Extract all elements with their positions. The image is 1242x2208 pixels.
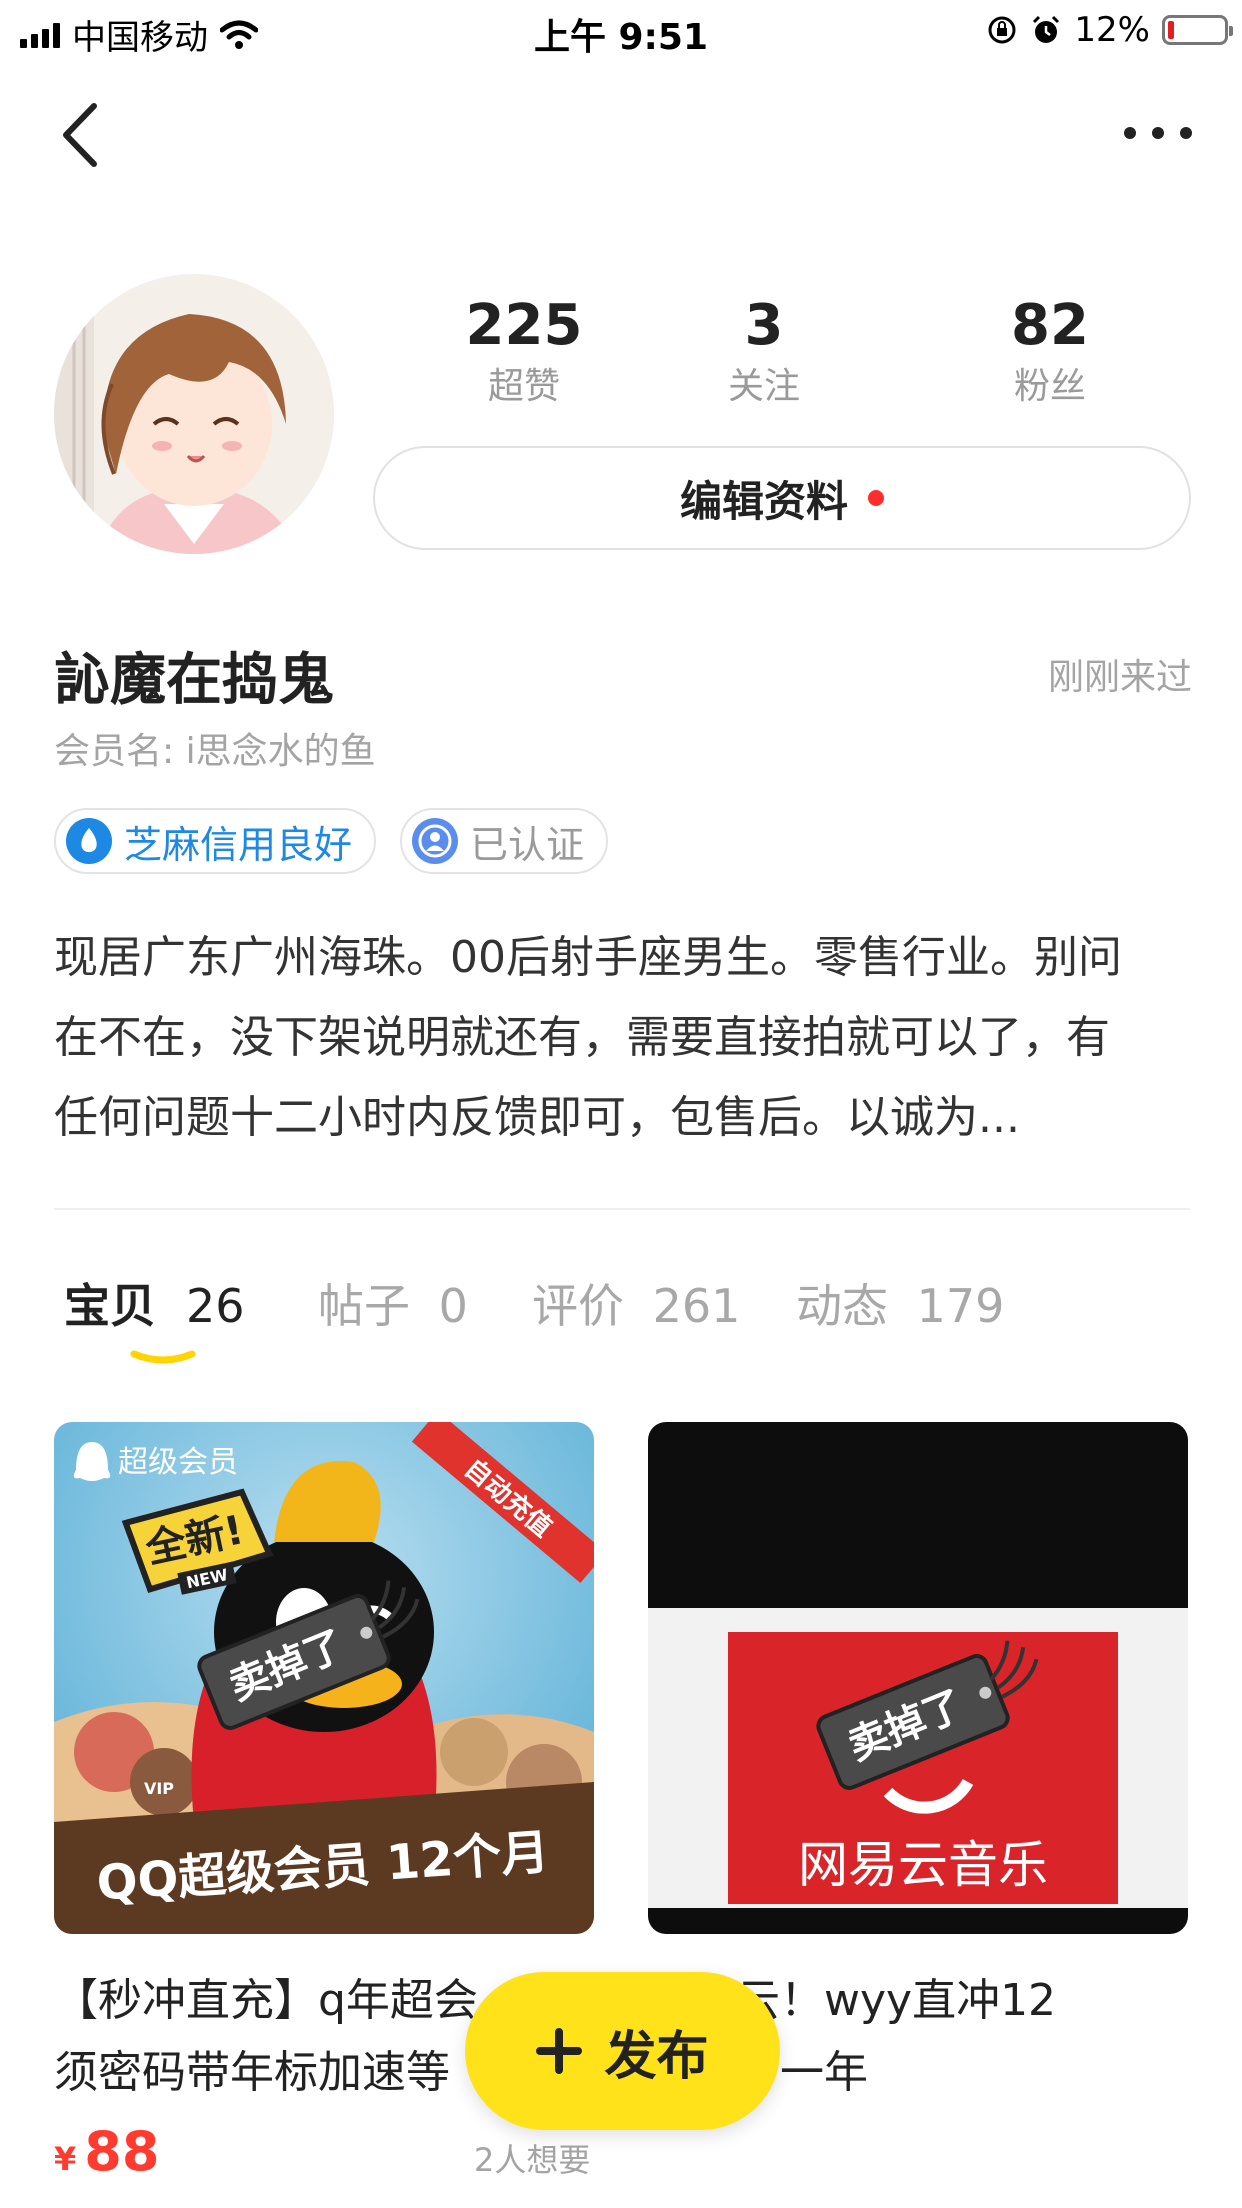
- badge-sesame-credit[interactable]: 芝麻信用良好: [54, 808, 377, 874]
- tab-label: 评价: [532, 1279, 624, 1333]
- tab-posts[interactable]: 帖子 0: [318, 1270, 468, 1336]
- back-arrow-icon[interactable]: [52, 100, 112, 170]
- orientation-lock-icon: [988, 16, 1016, 44]
- tab-activity[interactable]: 动态 179: [796, 1270, 1004, 1336]
- price-value: 88: [84, 2120, 160, 2183]
- battery-percent: 12%: [1074, 10, 1150, 50]
- verified-user-icon: [412, 818, 458, 864]
- stat-value: 82: [1011, 293, 1089, 358]
- active-tab-indicator: [130, 1350, 196, 1364]
- publish-button[interactable]: 发布: [465, 1972, 780, 2130]
- stat-value: 225: [465, 293, 583, 358]
- status-right: 12%: [986, 10, 1233, 50]
- item-image-netease[interactable]: 网易云音乐 卖掉了: [648, 1422, 1188, 1934]
- tab-label: 动态: [796, 1279, 888, 1333]
- bio-line: 任何问题十二小时内反馈即可，包售后。以诚为...: [54, 1092, 1020, 1143]
- alarm-icon: [1033, 15, 1060, 43]
- nickname: 訫魔在捣鬼: [54, 648, 334, 713]
- tab-count: 179: [916, 1279, 1005, 1333]
- edit-profile-label: 编辑资料: [679, 476, 848, 526]
- badge-verified[interactable]: 已认证: [400, 808, 609, 874]
- divider: [54, 1208, 1190, 1210]
- plus-icon: [536, 2028, 583, 2074]
- item-image-qq-vip[interactable]: 超级会员 自动充值 全新! NEW VIP QQ超级会员 12个月 卖掉了: [54, 1422, 594, 1934]
- stat-followers[interactable]: 82 粉丝: [950, 290, 1150, 412]
- item-wants: 2人想要: [474, 2141, 591, 2179]
- avatar[interactable]: [54, 274, 334, 554]
- stat-label: 超赞: [487, 366, 560, 407]
- item-price: ¥88: [54, 2120, 159, 2183]
- sesame-icon: [66, 818, 112, 864]
- svg-text:超级会员: 超级会员: [118, 1445, 238, 1480]
- battery-icon: [1162, 15, 1233, 45]
- bio: 现居广东广州海珠。00后射手座男生。零售行业。别问 在不在，没下架说明就还有，需…: [54, 918, 1190, 1158]
- tab-items[interactable]: 宝贝 26: [64, 1270, 245, 1336]
- svg-text:网易云音乐: 网易云音乐: [798, 1836, 1048, 1894]
- more-options-icon[interactable]: [1120, 120, 1196, 146]
- tab-count: 261: [652, 1279, 741, 1333]
- last-seen: 刚刚来过: [1047, 657, 1192, 698]
- bio-line: 现居广东广州海珠。00后射手座男生。零售行业。别问: [54, 932, 1122, 983]
- bio-line: 在不在，没下架说明就还有，需要直接拍就可以了，有: [54, 1012, 1110, 1063]
- badge-label: 芝麻信用良好: [124, 822, 353, 867]
- tab-count: 0: [438, 1279, 468, 1333]
- stat-likes[interactable]: 225 超赞: [424, 290, 624, 412]
- tab-reviews[interactable]: 评价 261: [532, 1270, 740, 1336]
- publish-label: 发布: [604, 2026, 709, 2087]
- tab-label: 帖子: [318, 1279, 410, 1333]
- member-name: 会员名: i思念水的鱼: [54, 731, 376, 772]
- badge-label: 已认证: [470, 822, 585, 867]
- currency-symbol: ¥: [54, 2140, 77, 2178]
- stat-label: 粉丝: [1013, 366, 1086, 407]
- edit-profile-button[interactable]: 编辑资料: [373, 446, 1191, 550]
- tab-label: 宝贝: [64, 1279, 156, 1333]
- stat-value: 3: [744, 293, 784, 358]
- status-bar: 中国移动 上午 9:51 12%: [0, 0, 1242, 62]
- stat-following[interactable]: 3 关注: [664, 290, 864, 412]
- notification-dot: [868, 490, 884, 506]
- svg-text:VIP: VIP: [144, 1779, 174, 1798]
- stat-label: 关注: [727, 366, 800, 407]
- tab-count: 26: [186, 1279, 245, 1333]
- qq-brand-label: 超级会员: [73, 1442, 238, 1481]
